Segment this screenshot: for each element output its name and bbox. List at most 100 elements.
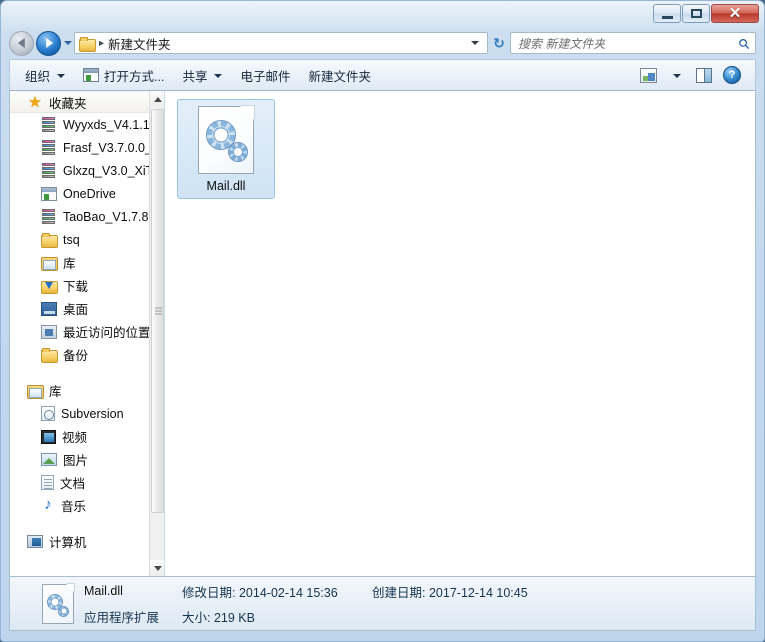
scrollbar-down-button[interactable] (150, 560, 164, 576)
sidebar-section-label: 计算机 (49, 536, 87, 550)
download-icon (41, 279, 58, 294)
sidebar-item-downloads[interactable]: 下载 (10, 274, 150, 297)
change-view-icon (639, 67, 657, 83)
status-modified-date: 修改日期: 2014-02-14 15:36 (182, 582, 372, 601)
sidebar-section-computer[interactable]: 计算机 (10, 530, 150, 553)
sidebar-item-label: TaoBao_V1.7.8. (63, 209, 150, 224)
document-icon (41, 475, 54, 490)
history-dropdown-button[interactable] (61, 41, 74, 45)
sidebar-item-label: 最近访问的位置 (63, 326, 150, 340)
toolbar-right-controls: ? (635, 63, 749, 87)
toolbar-button-new-folder[interactable]: 新建文件夹 (299, 63, 380, 87)
status-file-details: Mail.dll 修改日期: 2014-02-14 15:36 创建日期: 20… (84, 582, 528, 626)
sidebar-section-favorites[interactable]: ★ 收藏夹 (10, 91, 150, 113)
sidebar-item-music[interactable]: ♪ 音乐 (10, 494, 150, 517)
sidebar-item-label: Frasf_V3.7.0.0_X (63, 140, 150, 155)
page-fold (66, 583, 74, 592)
sidebar-item-frasf[interactable]: Frasf_V3.7.0.0_X (10, 136, 150, 159)
view-dropdown-button[interactable] (663, 63, 689, 87)
details-status-bar: Mail.dll 修改日期: 2014-02-14 15:36 创建日期: 20… (9, 577, 756, 631)
back-button[interactable] (9, 30, 34, 56)
minimize-button[interactable] (653, 4, 681, 23)
sidebar-item-label: 视频 (62, 431, 88, 445)
folder-icon (41, 347, 58, 363)
scrollbar-up-button[interactable] (150, 91, 164, 107)
close-button[interactable]: ✕ (711, 4, 759, 23)
sidebar-item-library-fav[interactable]: 库 (10, 251, 150, 274)
status-size-value: 219 KB (213, 610, 255, 625)
status-line-secondary: 应用程序扩展 大小: 219 KB (84, 607, 528, 626)
sidebar-item-tsq[interactable]: tsq (10, 228, 150, 251)
file-item-mail-dll[interactable]: Mail.dll (177, 99, 275, 199)
picture-icon (41, 453, 57, 466)
video-icon (41, 429, 56, 444)
sidebar-item-pictures[interactable]: 图片 (10, 448, 150, 471)
maximize-button[interactable] (682, 4, 710, 23)
breadcrumb-separator-icon: ▸ (99, 37, 105, 49)
subversion-icon (41, 406, 55, 421)
window-controls: ✕ (652, 4, 759, 23)
sidebar-item-subversion[interactable]: Subversion (10, 402, 150, 425)
status-line-primary: Mail.dll 修改日期: 2014-02-14 15:36 创建日期: 20… (84, 582, 528, 601)
chevron-down-icon (673, 74, 681, 78)
help-button[interactable]: ? (719, 63, 745, 87)
onedrive-icon (41, 186, 57, 201)
chevron-down-icon (471, 41, 479, 45)
sidebar-item-glxzq[interactable]: Glxzq_V3.0_XiTo (10, 159, 150, 182)
toolbar-button-email[interactable]: 电子邮件 (231, 63, 299, 87)
command-toolbar: 组织 打开方式... 共享 电子邮件 新建文件夹 ? (9, 59, 756, 91)
sidebar-item-label: OneDrive (63, 186, 116, 201)
sidebar-item-backup[interactable]: 备份 (10, 343, 150, 366)
sidebar-item-recent-places[interactable]: 最近访问的位置 (10, 320, 150, 343)
breadcrumb-current-folder[interactable]: 新建文件夹 (108, 34, 171, 53)
close-icon: ✕ (728, 5, 742, 22)
dll-file-icon (198, 105, 255, 174)
folder-icon (41, 232, 58, 248)
sidebar-item-label: tsq (63, 232, 80, 247)
sidebar-item-label: 图片 (63, 454, 89, 468)
toolbar-button-open-with[interactable]: 打开方式... (74, 63, 173, 87)
address-input[interactable]: ▸ 新建文件夹 (74, 32, 488, 54)
sidebar-section-libraries[interactable]: 库 (10, 379, 150, 402)
preview-pane-icon (696, 67, 712, 83)
change-view-button[interactable] (635, 63, 661, 87)
toolbar-button-organize[interactable]: 组织 (16, 63, 74, 87)
gear-small-icon (58, 605, 69, 617)
toolbar-button-share[interactable]: 共享 (173, 63, 231, 87)
sidebar-item-wyyxds[interactable]: Wyyxds_V4.1.1.1 (10, 113, 150, 136)
desktop-icon (41, 301, 57, 316)
status-file-size: 大小: 219 KB (182, 607, 255, 626)
page-fold (240, 106, 254, 120)
library-icon (27, 384, 44, 399)
search-input[interactable]: 搜索 新建文件夹 (518, 35, 605, 52)
rar-archive-icon (41, 117, 57, 132)
chevron-up-icon (153, 96, 162, 102)
sidebar-item-label: Glxzq_V3.0_XiTo (63, 163, 150, 178)
search-box[interactable]: 搜索 新建文件夹 ⚲ (510, 32, 756, 54)
refresh-button[interactable]: ↻ (488, 31, 510, 55)
search-icon: ⚲ (734, 34, 754, 53)
sidebar-item-videos[interactable]: 视频 (10, 425, 150, 448)
explorer-body: ★ 收藏夹 Wyyxds_V4.1.1.1 Frasf_V3.7.0.0_X G… (9, 91, 756, 577)
sidebar-item-onedrive[interactable]: OneDrive (10, 182, 150, 205)
forward-button[interactable] (36, 30, 61, 56)
file-list-view[interactable]: Mail.dll (165, 91, 755, 576)
scrollbar-thumb[interactable] (151, 109, 164, 513)
folder-icon (79, 36, 96, 52)
chevron-down-icon (57, 74, 66, 78)
sidebar-item-documents[interactable]: 文档 (10, 471, 150, 494)
navigation-scroll-view: ★ 收藏夹 Wyyxds_V4.1.1.1 Frasf_V3.7.0.0_X G… (10, 91, 150, 576)
explorer-window: ✕ ▸ 新建文件夹 ↻ 搜索 新建文件夹 ⚲ 组织 打开方式... 共享 电子邮… (0, 0, 765, 642)
navigation-scrollbar[interactable] (149, 91, 164, 576)
sidebar-item-desktop[interactable]: 桌面 (10, 297, 150, 320)
preview-pane-button[interactable] (691, 63, 717, 87)
sidebar-item-label: 库 (63, 257, 76, 271)
sidebar-item-taobao[interactable]: TaoBao_V1.7.8. (10, 205, 150, 228)
open-with-icon (83, 68, 100, 82)
address-dropdown-button[interactable] (467, 41, 485, 45)
rar-archive-icon (41, 163, 57, 178)
sidebar-item-label: Wyyxds_V4.1.1.1 (63, 117, 150, 132)
sidebar-item-label: 音乐 (61, 500, 87, 514)
